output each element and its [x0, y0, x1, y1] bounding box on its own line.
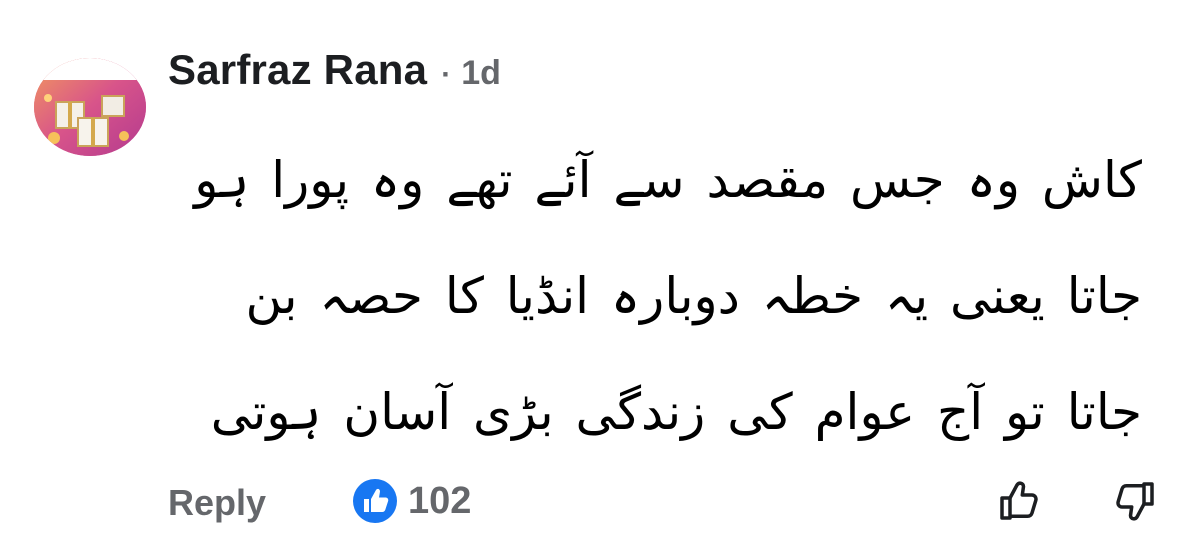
separator-dot: ·	[441, 58, 452, 91]
timestamp[interactable]: 1d	[461, 54, 501, 93]
gift-boxes-avatar-icon	[34, 58, 146, 156]
thumbs-up-reaction-icon[interactable]	[352, 478, 398, 524]
thumbs-down-outline-icon[interactable]	[1110, 476, 1160, 526]
thumbs-up-outline-icon[interactable]	[994, 476, 1044, 526]
comment-header: Sarfraz Rana · 1d	[168, 46, 501, 94]
comment-card: Sarfraz Rana · 1d کاش وہ جس مقصد سے آئے …	[0, 0, 1200, 559]
reaction-count[interactable]: 102	[408, 480, 471, 523]
comment-text: کاش وہ جس مقصد سے آئے تھے وہ پورا ہو جات…	[194, 151, 1142, 441]
comment-actions: Reply 102	[0, 470, 1200, 540]
avatar[interactable]	[34, 58, 146, 156]
author-name[interactable]: Sarfraz Rana	[168, 46, 427, 94]
reply-button[interactable]: Reply	[168, 482, 266, 524]
